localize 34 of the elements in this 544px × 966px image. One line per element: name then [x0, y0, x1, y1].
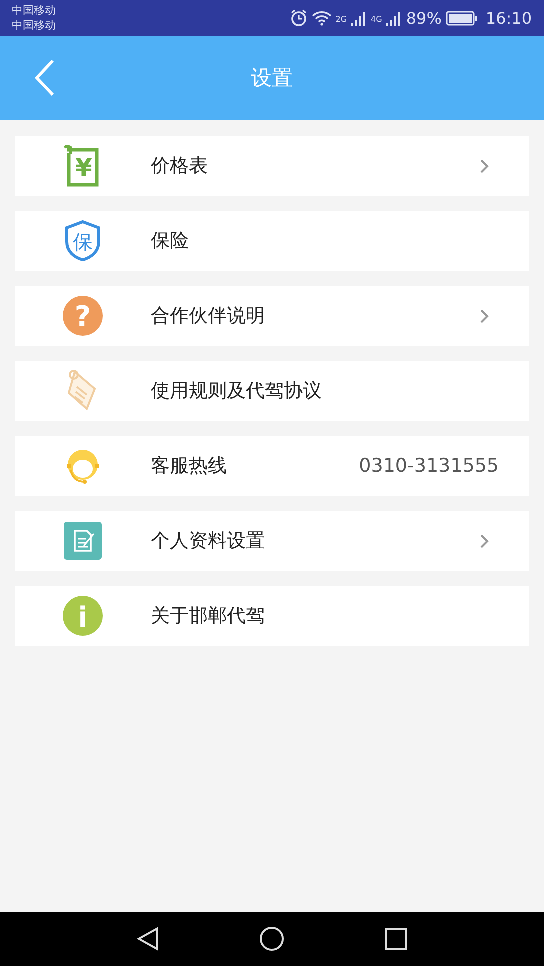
row-label: 个人资料设置 — [151, 529, 266, 554]
network-label: 4G — [371, 14, 382, 24]
signal-icon — [351, 10, 368, 26]
row-label: 保险 — [151, 229, 190, 254]
settings-row[interactable]: 使用规则及代驾协议 — [15, 361, 529, 421]
back-icon[interactable] — [137, 927, 159, 951]
settings-row[interactable]: i 关于邯郸代驾 — [15, 586, 529, 646]
settings-row[interactable]: 个人资料设置 — [15, 511, 529, 571]
signal-icon — [386, 10, 402, 26]
page-title: 设置 — [251, 65, 293, 92]
wifi-icon — [312, 10, 332, 26]
settings-row[interactable]: ¥ 价格表 — [15, 136, 529, 196]
row-label: 合作伙伴说明 — [151, 304, 266, 329]
settings-row[interactable]: 保 保险 — [15, 211, 529, 271]
help-icon: ? — [63, 296, 103, 336]
settings-row[interactable]: ? 合作伙伴说明 — [15, 286, 529, 346]
network-label: 2G — [336, 14, 348, 24]
battery-icon — [446, 10, 478, 26]
info-icon: i — [63, 596, 103, 636]
row-label: 关于邯郸代驾 — [151, 604, 266, 629]
clock-time: 16:10 — [486, 8, 532, 28]
recents-icon[interactable] — [385, 928, 407, 950]
shield-icon: 保 — [64, 220, 102, 262]
row-label: 客服热线 — [151, 454, 228, 479]
carrier-name: 中国移动 — [12, 3, 56, 18]
home-icon[interactable] — [259, 926, 285, 952]
battery-percent: 89% — [406, 8, 442, 28]
row-label: 价格表 — [151, 154, 209, 179]
row-label: 使用规则及代驾协议 — [151, 379, 323, 404]
carrier-name: 中国移动 — [12, 18, 56, 33]
row-value: 0310-3131555 — [359, 455, 499, 477]
alarm-icon — [290, 9, 308, 27]
document-edit-icon — [64, 522, 102, 560]
settings-row[interactable]: 客服热线 0310-3131555 — [15, 436, 529, 496]
